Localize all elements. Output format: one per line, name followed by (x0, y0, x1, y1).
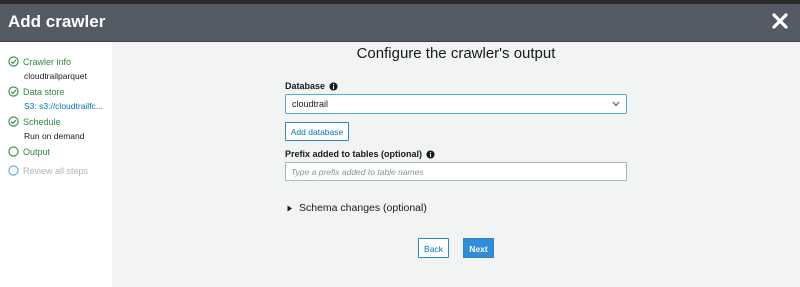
info-icon[interactable] (426, 149, 435, 159)
database-label-text: Database (285, 81, 326, 91)
step-label: Review all steps (23, 165, 89, 176)
step-label: Schedule (23, 116, 61, 127)
next-button[interactable]: Next (463, 238, 494, 258)
step-output[interactable]: Output (8, 146, 50, 157)
prefix-label-text: Prefix added to tables (optional) (285, 149, 423, 159)
close-icon[interactable] (770, 11, 790, 31)
check-circle-icon (8, 86, 19, 97)
step-label: Crawler info (23, 56, 72, 67)
step-crawler-info-value: cloudtrailparquet (24, 71, 87, 81)
circle-icon (8, 146, 19, 157)
database-select-value: cloudtrail (292, 99, 329, 109)
prefix-label: Prefix added to tables (optional) (285, 149, 435, 159)
caret-right-icon (287, 205, 292, 211)
main-panel: Configure the crawler's output Database … (112, 42, 800, 287)
database-select[interactable]: cloudtrail (285, 94, 627, 114)
wizard-steps-sidebar: Crawler info cloudtrailparquet Data stor… (0, 42, 112, 287)
step-data-store-value[interactable]: S3: s3://cloudtrailfc... (24, 101, 110, 111)
schema-changes-toggle[interactable]: Schema changes (optional) (287, 202, 427, 214)
add-database-button[interactable]: Add database (285, 122, 349, 141)
step-crawler-info[interactable]: Crawler info (8, 56, 71, 67)
database-label: Database (285, 81, 338, 91)
step-label: Output (23, 146, 51, 157)
step-schedule[interactable]: Schedule (8, 116, 61, 127)
step-data-store[interactable]: Data store (8, 86, 65, 97)
step-schedule-value: Run on demand (24, 131, 85, 141)
step-review-all: Review all steps (8, 165, 88, 176)
modal-header: Add crawler (0, 4, 800, 42)
modal-title: Add crawler (8, 12, 106, 31)
check-circle-icon (8, 116, 19, 127)
page-title: Configure the crawler's output (356, 45, 556, 62)
chevron-down-icon (612, 101, 620, 107)
back-button[interactable]: Back (418, 238, 449, 258)
check-circle-icon (8, 56, 19, 67)
step-label: Data store (23, 86, 65, 97)
schema-changes-label: Schema changes (optional) (299, 202, 427, 214)
prefix-input[interactable]: Type a prefix added to table names (285, 162, 627, 181)
circle-icon (8, 165, 19, 176)
info-icon[interactable] (329, 81, 338, 91)
